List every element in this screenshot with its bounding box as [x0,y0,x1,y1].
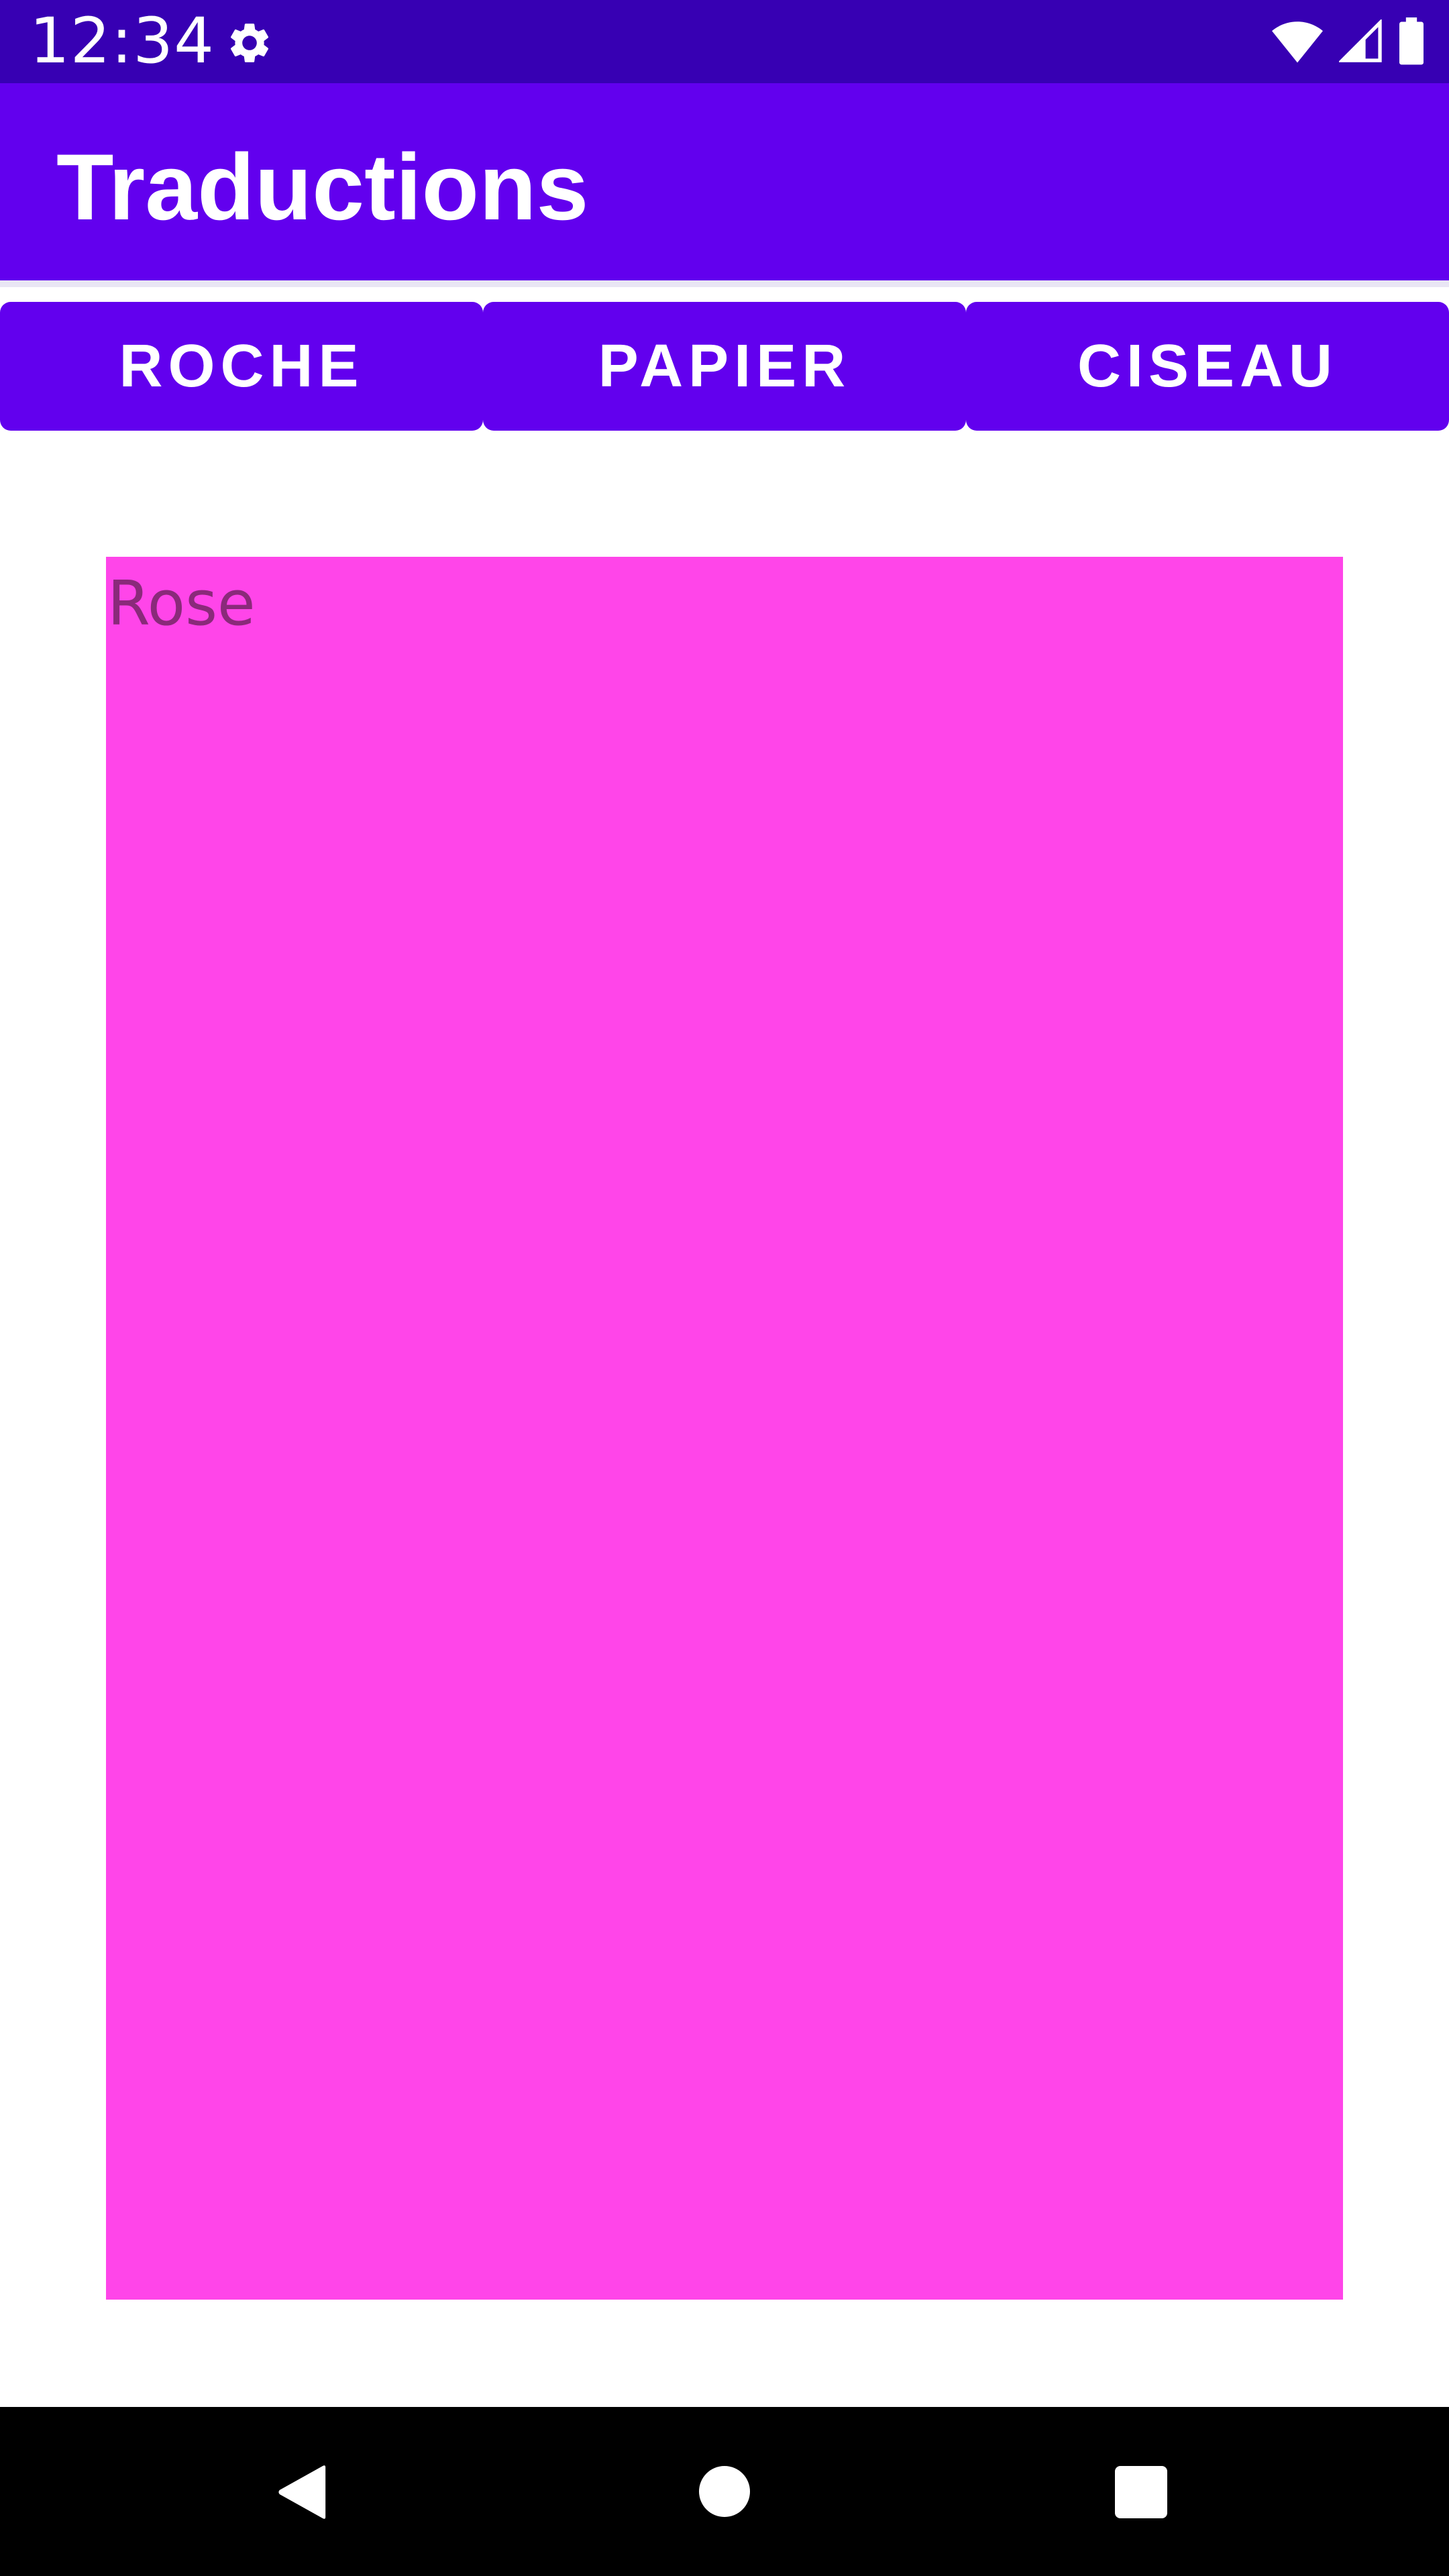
papier-button[interactable]: PAPIER [483,302,966,431]
status-icons [1271,17,1425,68]
app-bar-divider [0,280,1449,287]
wifi-icon [1271,19,1324,67]
settings-icon [225,19,274,67]
screen: 12:34 Traductions ROCHE PAPIER CISEAU Ro… [0,0,1449,2576]
color-panel: Rose [106,557,1343,2300]
ciseau-button[interactable]: CISEAU [966,302,1449,431]
recents-icon[interactable] [1115,2466,1167,2518]
status-bar: 12:34 [0,0,1449,83]
back-icon[interactable] [275,2463,329,2521]
choice-button-row: ROCHE PAPIER CISEAU [0,302,1449,431]
battery-icon [1398,17,1425,69]
signal-icon [1338,18,1383,67]
ciseau-button-label: CISEAU [1077,332,1338,400]
app-bar: Traductions [0,83,1449,280]
papier-button-label: PAPIER [598,332,851,400]
app-title: Traductions [56,134,589,239]
color-label: Rose [107,568,256,639]
status-time: 12:34 [30,5,215,78]
roche-button-label: ROCHE [119,332,364,400]
home-icon[interactable] [699,2466,750,2517]
roche-button[interactable]: ROCHE [0,302,483,431]
navigation-bar [0,2407,1449,2576]
